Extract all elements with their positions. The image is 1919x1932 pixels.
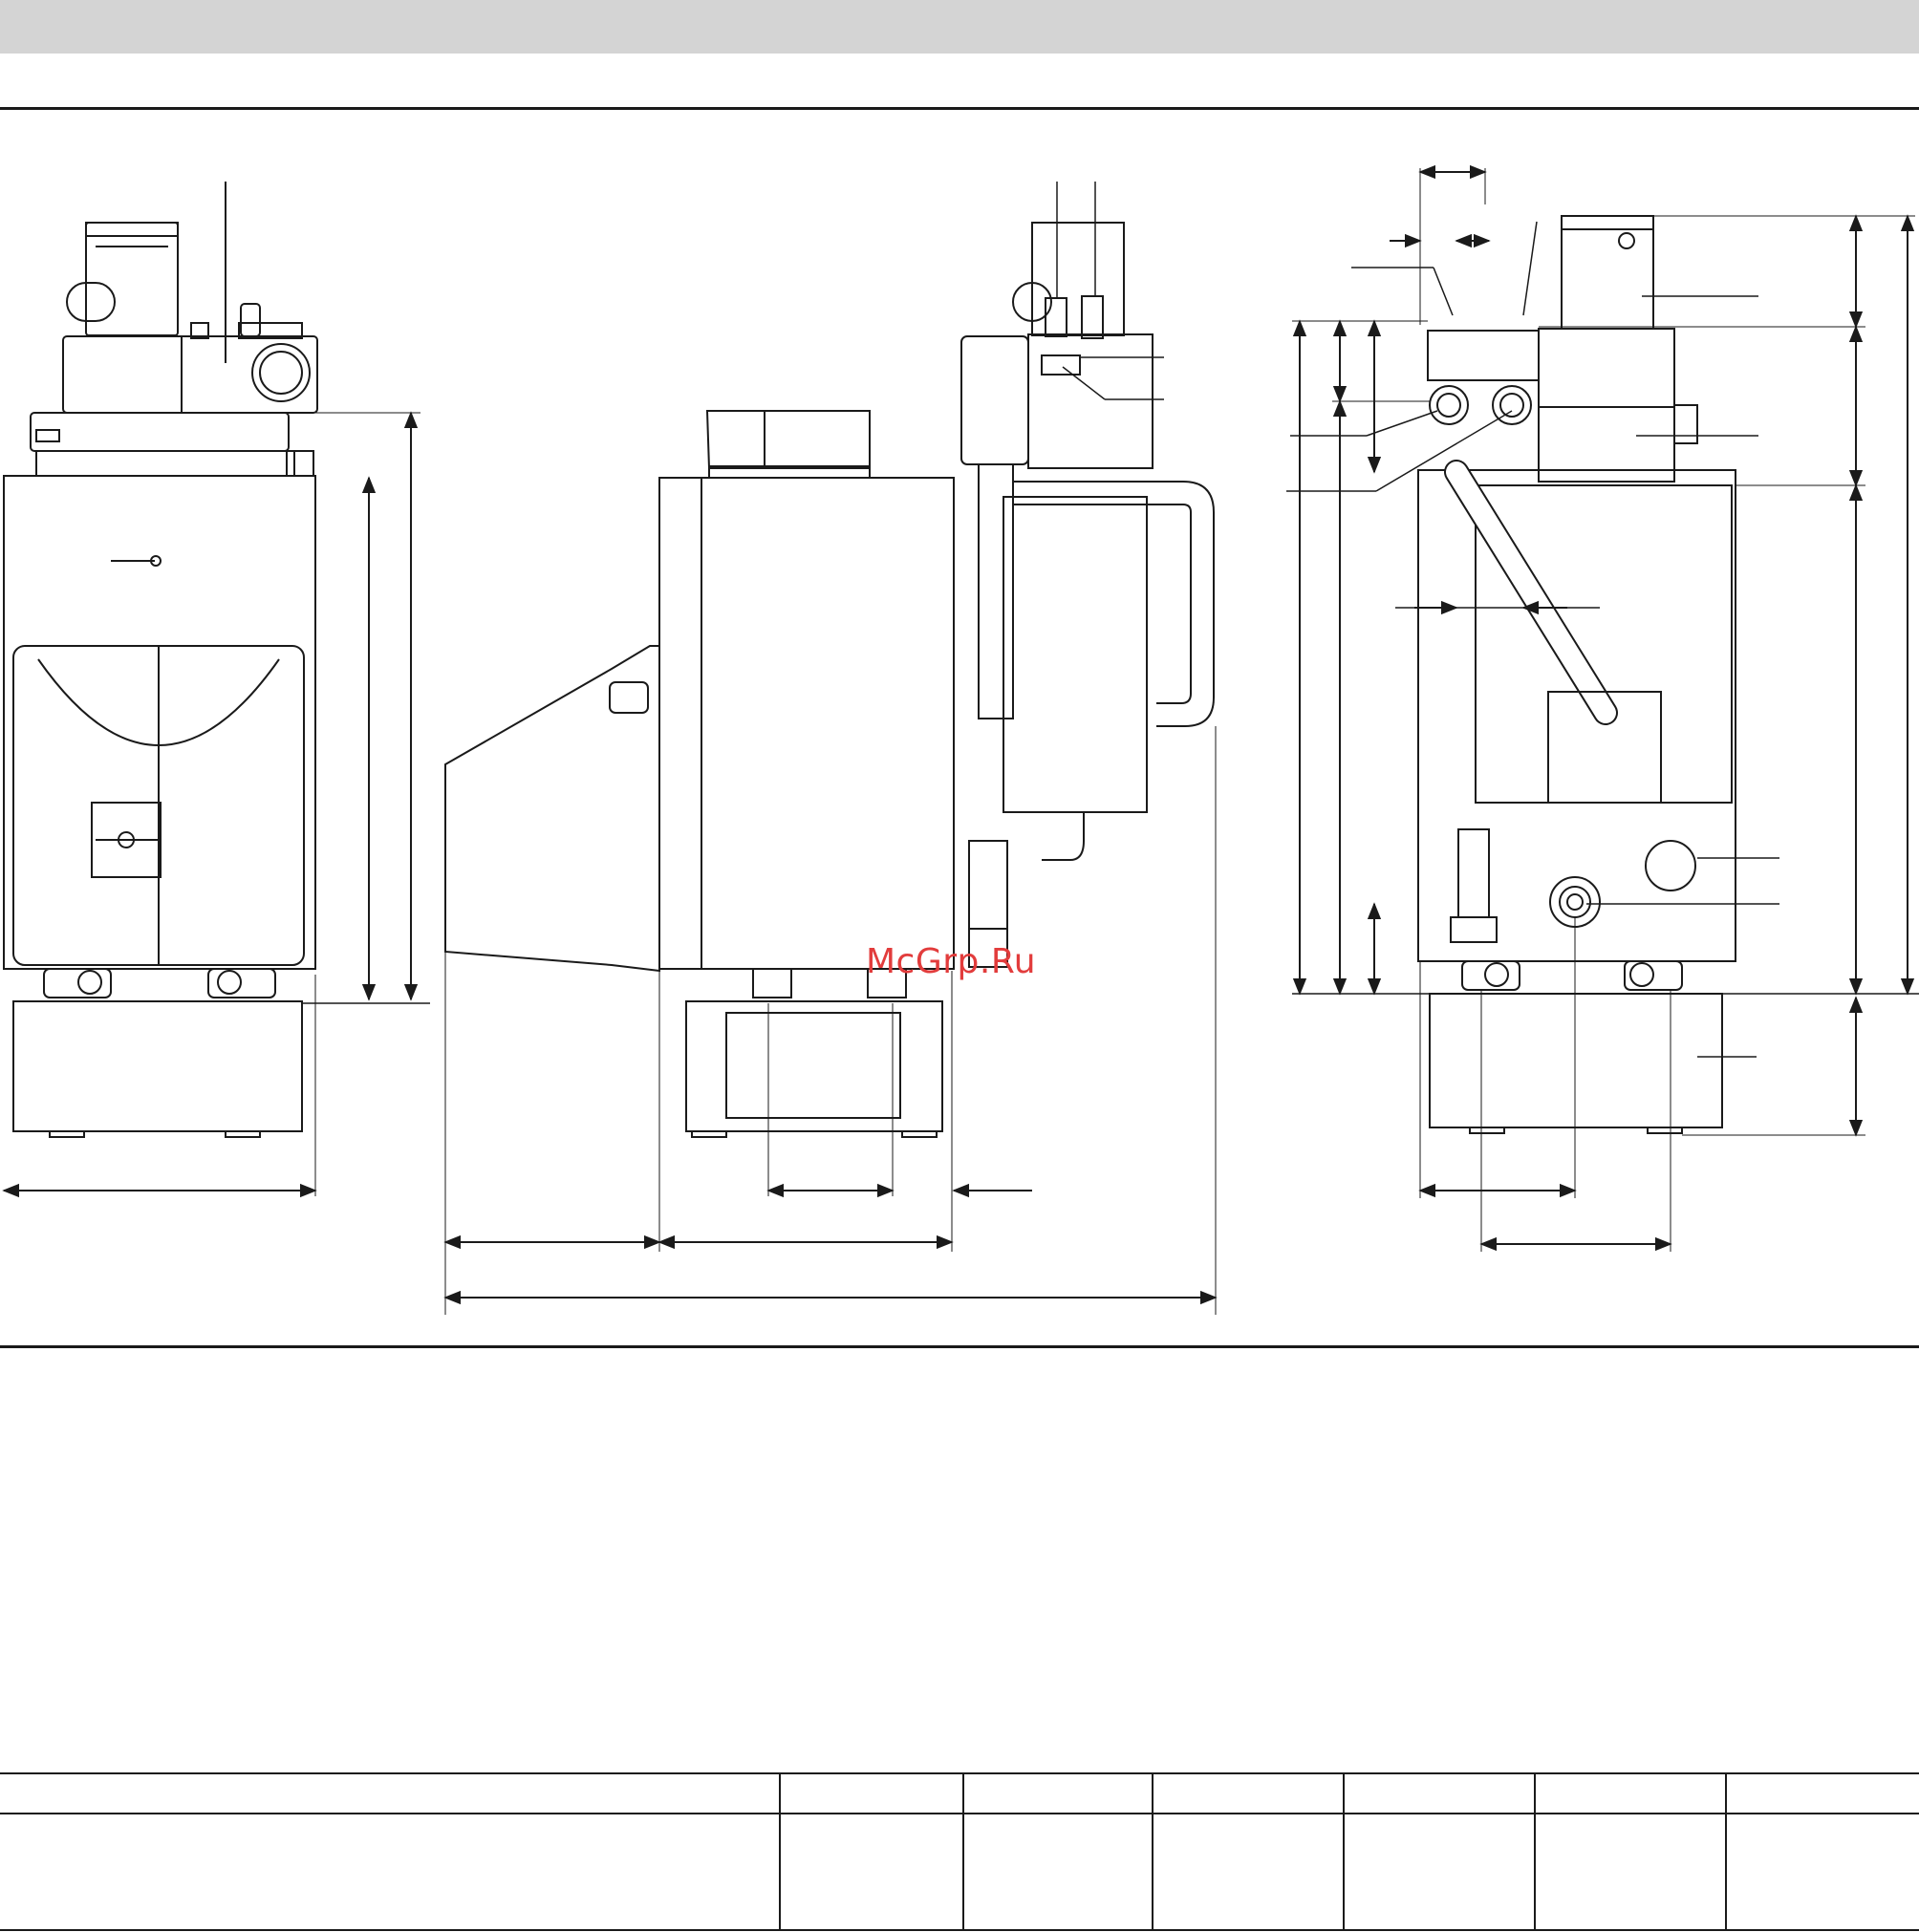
spec-table	[0, 1772, 1919, 1931]
side-view	[443, 182, 1218, 1315]
front-view	[2, 182, 430, 1198]
technical-drawing	[2, 164, 1919, 1315]
watermark-text: McGrp.Ru	[866, 942, 1037, 981]
rear-view	[1286, 164, 1919, 1252]
table-column-dividers	[779, 1773, 1727, 1930]
